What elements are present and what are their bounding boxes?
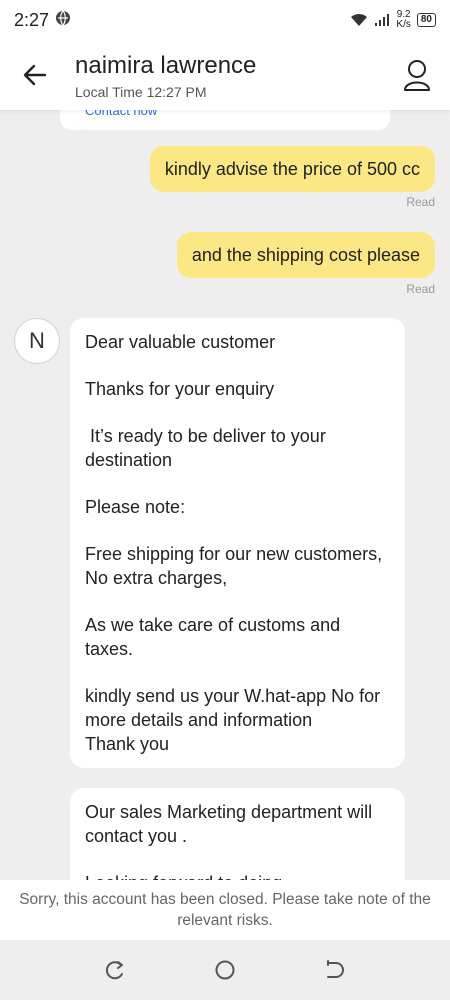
- recents-icon: [105, 961, 123, 980]
- incoming-message[interactable]: Dear valuable customer Thanks for your e…: [70, 318, 405, 768]
- wifi-icon: [350, 13, 368, 27]
- status-right: 9.2 K/s 80: [350, 10, 436, 30]
- message-paragraph: Our sales Marketing department will cont…: [85, 802, 378, 846]
- read-receipt: Read: [406, 195, 435, 209]
- contact-now-link[interactable]: Contact now: [85, 110, 157, 118]
- read-receipt: Read: [406, 282, 435, 296]
- back-nav-button[interactable]: [324, 959, 346, 981]
- back-button[interactable]: [20, 60, 50, 90]
- message-text: kindly advise the price of 500 cc: [164, 158, 420, 179]
- status-bar: 2:27 9.2 K/s 80: [0, 0, 450, 40]
- battery-icon: 80: [416, 13, 436, 27]
- local-time: Local Time 12:27 PM: [75, 84, 207, 100]
- user-icon: [404, 60, 430, 91]
- sender-avatar[interactable]: N: [14, 318, 60, 364]
- outgoing-message[interactable]: kindly advise the price of 500 cc: [149, 146, 435, 192]
- signal-icon: [374, 13, 390, 27]
- message-paragraph: Looking forward to doing: [85, 871, 389, 880]
- message-paragraph: kindly send us your W.hat-app No for mor…: [85, 686, 381, 754]
- message-paragraph: Free shipping for our new customers, No …: [85, 544, 388, 588]
- recents-button[interactable]: [104, 959, 126, 981]
- chat-header: naimira lawrence Local Time 12:27 PM: [0, 40, 450, 110]
- outgoing-message[interactable]: and the shipping cost please: [176, 232, 435, 278]
- message-text: and the shipping cost please: [191, 244, 420, 265]
- message-paragraph: It’s ready to be deliver to your destina…: [85, 426, 331, 470]
- contact-name: naimira lawrence: [75, 52, 257, 79]
- arrow-left-icon: [23, 64, 47, 86]
- battery-level: 80: [420, 14, 432, 25]
- profile-button[interactable]: [402, 58, 432, 92]
- system-nav-bar: [0, 940, 450, 1000]
- chat-messages[interactable]: Contact now kindly advise the price of 5…: [0, 110, 450, 880]
- incoming-message[interactable]: Our sales Marketing department will cont…: [70, 788, 405, 880]
- status-time: 2:27: [14, 9, 50, 30]
- account-closed-notice: Sorry, this account has been closed. Ple…: [0, 880, 450, 940]
- message-paragraph: As we take care of customs and taxes.: [85, 615, 346, 659]
- browser-notification-icon: [55, 10, 71, 31]
- network-speed: 9.2 K/s: [396, 10, 410, 30]
- network-speed-unit: K/s: [396, 19, 411, 30]
- back-icon: [327, 960, 344, 978]
- account-closed-text: Sorry, this account has been closed. Ple…: [19, 891, 431, 929]
- avatar-letter: N: [29, 328, 45, 353]
- home-button[interactable]: [214, 959, 236, 981]
- status-left: 2:27: [14, 10, 71, 31]
- message-paragraph: Thanks for your enquiry: [85, 379, 275, 399]
- message-paragraph: Please note:: [85, 497, 186, 517]
- home-icon: [215, 960, 235, 980]
- message-paragraph: Dear valuable customer: [85, 332, 276, 352]
